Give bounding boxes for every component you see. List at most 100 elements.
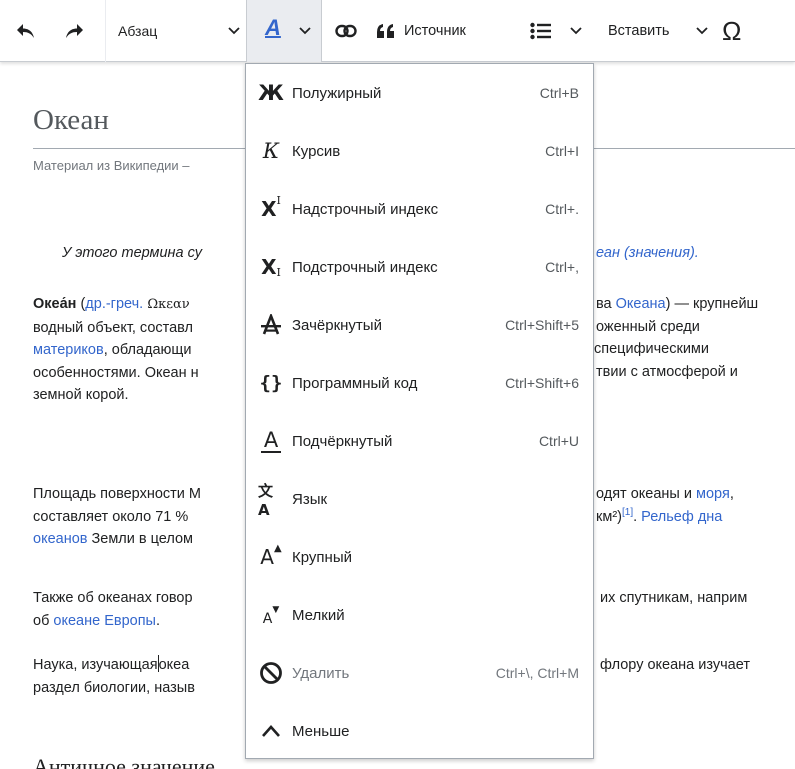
big-text-icon: A ▲ [260,542,282,570]
menu-item-italic[interactable]: К Курсив Ctrl+I [246,122,593,180]
reference-1-link[interactable]: [1] [622,507,633,518]
chevron-down-icon [299,27,311,35]
small-text-icon: A ▼ [262,605,280,627]
menu-item-label: Меньше [292,722,350,740]
menu-item-label: Язык [292,490,328,508]
hatnote[interactable]: У этого термина су [62,245,202,261]
menu-item-label: Крупный [292,548,352,566]
p2-right-line2: км²)[1]. Рельеф дна [596,506,734,529]
paragraph-4-right[interactable]: флору океана изучает [600,654,750,677]
special-character-button[interactable]: Ω [722,0,762,62]
p1-line4: особенностями. Океан н [33,364,199,381]
paragraph-1-right[interactable]: ва Океана) — крупнейш оженный среди спец… [594,293,758,383]
p4-line2: раздел биологии, назыв [33,679,195,696]
menu-item-subscript[interactable]: XI Подстрочный индекс Ctrl+, [246,238,593,296]
paragraph-3-right[interactable]: их спутникам, наприм [600,587,747,610]
menu-item-shortcut: Ctrl+\, Ctrl+M [495,665,579,681]
section-heading[interactable]: Античное значение [33,754,215,769]
chevron-down-icon [696,27,708,35]
chevron-up-icon [258,716,284,746]
ancient-greek-link[interactable]: др.-греч. [85,296,143,312]
clear-format-icon [258,658,284,688]
menu-item-clear-formatting[interactable]: Удалить Ctrl+\, Ctrl+M [246,644,593,702]
text-style-icon: A [265,15,281,40]
p4-line1: Наука, изучающаяокеа [33,654,195,677]
paragraph-1-left[interactable]: Океа́н (др.-греч. Ωκεαν водный объект, с… [33,293,199,407]
p1-line3: материков, обладающи [33,339,199,362]
europa-ocean-link[interactable]: океане Европы [53,613,156,629]
p2-right-line1: одят океаны и моря, [596,483,734,506]
text-style-button[interactable]: A [246,0,322,62]
paragraph-4-left[interactable]: Наука, изучающаяокеа раздел биологии, на… [33,654,195,699]
undo-button[interactable] [8,0,44,62]
menu-item-label: Полужирный [292,84,382,102]
menu-item-shortcut: Ctrl+. [545,201,579,217]
menu-item-less[interactable]: Меньше [246,702,593,760]
omega-icon: Ω [722,15,742,46]
paragraph-format-label: Абзац [118,23,158,39]
text-fragment: об [33,612,54,629]
italic-icon: К [262,139,280,163]
seas-link[interactable]: моря [696,486,730,502]
menu-item-shortcut: Ctrl+I [545,143,579,159]
text-fragment: ва [596,296,616,312]
p3-line2: об океане Европы. [33,610,193,633]
chevron-down-icon [570,27,582,35]
menu-item-superscript[interactable]: XI Надстрочный индекс Ctrl+. [246,180,593,238]
paragraph-2-right[interactable]: одят океаны и моря, км²)[1]. Рельеф дна [596,483,734,528]
menu-item-shortcut: Ctrl+B [539,85,579,101]
menu-item-label: Программный код [292,374,418,392]
continents-link[interactable]: материков [33,342,104,358]
paragraph-3-left[interactable]: Также об океанах говор об океане Европы. [33,587,193,632]
p4-right-line1: флору океана изучает [600,657,750,673]
page-title[interactable]: Океан [33,104,109,137]
bullet-list-icon [530,22,551,40]
undo-icon [17,24,34,38]
menu-item-strikethrough[interactable]: Зачёркнутый Ctrl+Shift+5 [246,296,593,354]
quote-icon [377,24,394,38]
p1-line5: земной корой. [33,387,129,403]
p1-right-line2: оженный среди [596,318,700,335]
p1-right-line1: ва Океана) — крупнейш [596,293,758,316]
menu-item-shortcut: Ctrl+U [538,433,579,449]
hatnote-link-fragment[interactable]: еан (значения). [596,245,699,261]
text-fragment: , [729,486,734,502]
link-button[interactable] [330,0,362,62]
oceanus-link[interactable]: Океана [616,296,666,312]
cite-label: Источник [404,23,466,39]
text-fragment: ) — крупнейш [665,296,759,312]
cite-button[interactable]: Источник [376,0,516,62]
insert-dropdown[interactable]: Вставить [608,0,708,62]
chevron-down-icon [228,27,240,35]
menu-item-bold[interactable]: Ж Полужирный Ctrl+B [246,64,593,122]
insert-label: Вставить [608,23,670,39]
menu-item-label: Подстрочный индекс [292,258,438,276]
oceans-link[interactable]: океанов [33,531,87,547]
menu-item-code[interactable]: {} Программный код Ctrl+Shift+6 [246,354,593,412]
text-fragment: одят океаны и [596,486,697,502]
p1-line2: водный объект, составл [33,319,194,336]
list-dropdown[interactable] [530,0,586,62]
menu-item-shortcut: Ctrl+Shift+5 [505,317,579,333]
menu-item-label: Подчёркнутый [292,432,393,450]
p2-line3: океанов Земли в целом [33,528,201,551]
p2-line2: составляет около 71 % [33,508,189,525]
menu-item-small[interactable]: A ▼ Мелкий [246,586,593,644]
hatnote-link[interactable]: еан (значения). [596,245,699,261]
subscript-icon: XI [261,255,281,279]
paragraph-format-dropdown[interactable]: Абзац [118,0,246,62]
menu-item-language[interactable]: 文A Язык [246,470,593,528]
p1-line1: Океа́н (др.-греч. Ωκεαν [33,293,199,317]
site-tagline: Материал из Википедии – [33,158,190,173]
text-fragment: Земли в целом [87,531,194,547]
menu-item-label: Зачёркнутый [292,316,382,334]
bold-icon: Ж [258,81,284,105]
underline-icon: A [261,429,281,453]
redo-button[interactable] [56,0,92,62]
seafloor-relief-link[interactable]: Рельеф дна [641,509,722,525]
menu-item-underline[interactable]: A Подчёркнутый Ctrl+U [246,412,593,470]
menu-item-label: Курсив [292,142,341,160]
menu-item-big[interactable]: A ▲ Крупный [246,528,593,586]
paragraph-2-left[interactable]: Площадь поверхности М составляет около 7… [33,483,201,551]
p1-right-line3: специфическими [594,341,709,357]
